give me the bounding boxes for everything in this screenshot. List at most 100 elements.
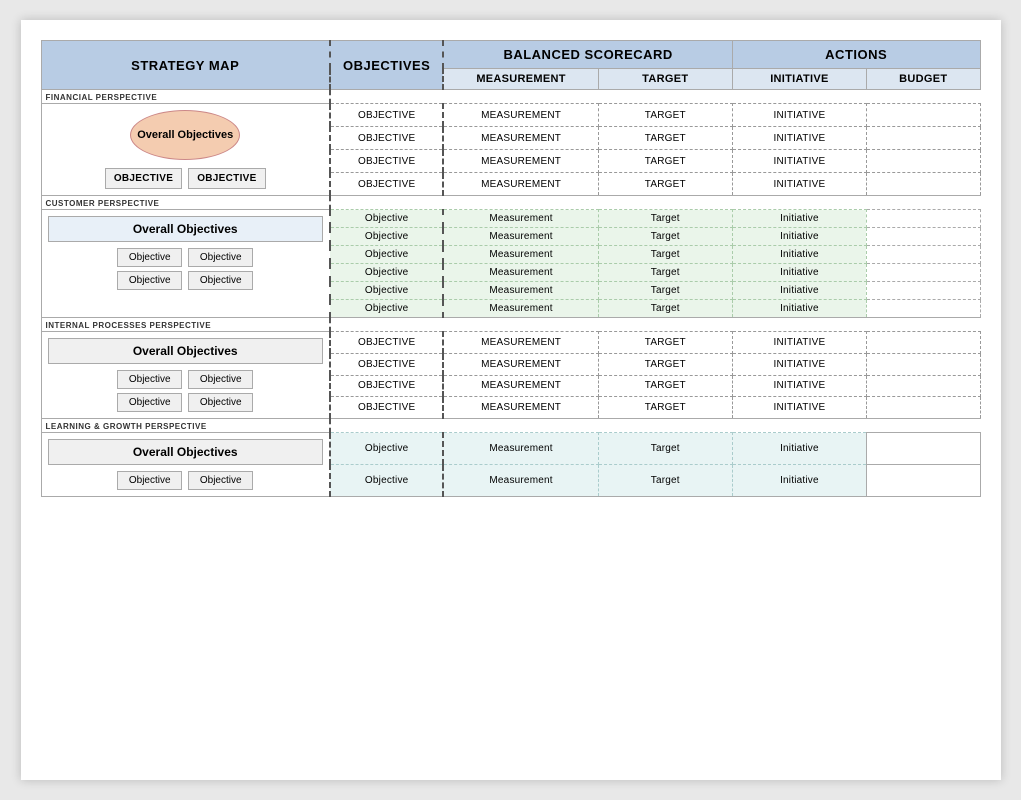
- learning-row1-meas: Measurement: [443, 433, 598, 465]
- customer-row2-init: Initiative: [732, 228, 866, 246]
- customer-row4-obj: Objective: [330, 264, 444, 282]
- internal-obj-r1c2: Objective: [188, 370, 253, 389]
- budget-header: BUDGET: [866, 69, 980, 90]
- internal-row2-budget: [866, 353, 980, 375]
- financial-row1-tgt: TARGET: [598, 104, 732, 127]
- internal-row3-meas: MEASUREMENT: [443, 375, 598, 397]
- customer-row6-obj: Objective: [330, 300, 444, 318]
- internal-obj-r2c2: Objective: [188, 393, 253, 412]
- customer-row1-meas: Measurement: [443, 210, 598, 228]
- customer-row5-meas: Measurement: [443, 282, 598, 300]
- customer-obj-r1c2: Objective: [188, 248, 253, 267]
- customer-row2-budget: [866, 228, 980, 246]
- customer-label: CUSTOMER PERSPECTIVE: [41, 196, 330, 210]
- financial-row3-meas: MEASUREMENT: [443, 150, 598, 173]
- financial-row2-meas: MEASUREMENT: [443, 127, 598, 150]
- customer-row1-obj: Objective: [330, 210, 444, 228]
- learning-label: LEARNING & GROWTH PERSPECTIVE: [41, 419, 330, 433]
- customer-row6-meas: Measurement: [443, 300, 598, 318]
- initiative-header: INITIATIVE: [732, 69, 866, 90]
- internal-row4-meas: MEASUREMENT: [443, 397, 598, 419]
- customer-row4-meas: Measurement: [443, 264, 598, 282]
- financial-row1-init: INITIATIVE: [732, 104, 866, 127]
- measurement-header: MEASUREMENT: [443, 69, 598, 90]
- financial-row2-tgt: TARGET: [598, 127, 732, 150]
- customer-row5-budget: [866, 282, 980, 300]
- strategy-table: STRATEGY MAP OBJECTIVES BALANCED SCORECA…: [41, 40, 981, 497]
- internal-row4-init: INITIATIVE: [732, 397, 866, 419]
- financial-row3-init: INITIATIVE: [732, 150, 866, 173]
- financial-row1-meas: MEASUREMENT: [443, 104, 598, 127]
- internal-row1-tgt: TARGET: [598, 332, 732, 354]
- page: STRATEGY MAP OBJECTIVES BALANCED SCORECA…: [21, 20, 1001, 780]
- internal-row3-tgt: TARGET: [598, 375, 732, 397]
- internal-row1-init: INITIATIVE: [732, 332, 866, 354]
- customer-row6-budget: [866, 300, 980, 318]
- customer-row4-budget: [866, 264, 980, 282]
- learning-row2-budget: [866, 465, 980, 497]
- customer-row2-meas: Measurement: [443, 228, 598, 246]
- balanced-scorecard-header: BALANCED SCORECARD: [443, 41, 732, 69]
- customer-row1-budget: [866, 210, 980, 228]
- customer-row3-init: Initiative: [732, 246, 866, 264]
- learning-strategy-cell: Overall Objectives Objective Objective: [41, 433, 330, 497]
- financial-row4-obj: OBJECTIVE: [330, 173, 444, 196]
- internal-row2-init: INITIATIVE: [732, 353, 866, 375]
- internal-row1-obj: OBJECTIVE: [330, 332, 444, 354]
- learning-row1-obj: Objective: [330, 433, 444, 465]
- customer-strategy-cell: Overall Objectives Objective Objective O…: [41, 210, 330, 318]
- internal-row2-meas: MEASUREMENT: [443, 353, 598, 375]
- financial-strategy-cell: Overall Objectives OBJECTIVE OBJECTIVE: [41, 104, 330, 196]
- internal-row3-init: INITIATIVE: [732, 375, 866, 397]
- customer-row4-tgt: Target: [598, 264, 732, 282]
- learning-row2-tgt: Target: [598, 465, 732, 497]
- customer-row1-tgt: Target: [598, 210, 732, 228]
- customer-row5-tgt: Target: [598, 282, 732, 300]
- internal-obj-r2c1: Objective: [117, 393, 182, 412]
- financial-row1-budget: [866, 104, 980, 127]
- internal-row2-obj: OBJECTIVE: [330, 353, 444, 375]
- customer-row6-init: Initiative: [732, 300, 866, 318]
- customer-row2-obj: Objective: [330, 228, 444, 246]
- internal-row1-meas: MEASUREMENT: [443, 332, 598, 354]
- financial-row3-obj: OBJECTIVE: [330, 150, 444, 173]
- learning-row2-init: Initiative: [732, 465, 866, 497]
- financial-row2-budget: [866, 127, 980, 150]
- internal-row4-tgt: TARGET: [598, 397, 732, 419]
- customer-row4-init: Initiative: [732, 264, 866, 282]
- learning-obj-r1c2: Objective: [188, 471, 253, 490]
- financial-label: FINANCIAL PERSPECTIVE: [41, 90, 330, 104]
- objectives-header: OBJECTIVES: [330, 41, 444, 90]
- financial-row3-budget: [866, 150, 980, 173]
- learning-row1-budget: [866, 433, 980, 465]
- internal-strategy-cell: Overall Objectives Objective Objective O…: [41, 332, 330, 419]
- customer-obj-r2c1: Objective: [117, 271, 182, 290]
- financial-row1-obj: OBJECTIVE: [330, 104, 444, 127]
- financial-row4-init: INITIATIVE: [732, 173, 866, 196]
- customer-row3-meas: Measurement: [443, 246, 598, 264]
- financial-row2-obj: OBJECTIVE: [330, 127, 444, 150]
- internal-row3-obj: OBJECTIVE: [330, 375, 444, 397]
- internal-label: INTERNAL PROCESSES PERSPECTIVE: [41, 318, 330, 332]
- customer-row3-obj: Objective: [330, 246, 444, 264]
- financial-row3-tgt: TARGET: [598, 150, 732, 173]
- internal-row4-budget: [866, 397, 980, 419]
- financial-row2-init: INITIATIVE: [732, 127, 866, 150]
- target-header: TARGET: [598, 69, 732, 90]
- learning-obj-r1c1: Objective: [117, 471, 182, 490]
- financial-overall-oval: Overall Objectives: [130, 110, 240, 160]
- internal-row1-budget: [866, 332, 980, 354]
- internal-row2-tgt: TARGET: [598, 353, 732, 375]
- learning-row2-obj: Objective: [330, 465, 444, 497]
- internal-obj-r1c1: Objective: [117, 370, 182, 389]
- financial-obj2: OBJECTIVE: [188, 168, 265, 189]
- customer-row6-tgt: Target: [598, 300, 732, 318]
- financial-row4-meas: MEASUREMENT: [443, 173, 598, 196]
- financial-row4-budget: [866, 173, 980, 196]
- financial-row4-tgt: TARGET: [598, 173, 732, 196]
- internal-row3-budget: [866, 375, 980, 397]
- strategy-map-header: STRATEGY MAP: [41, 41, 330, 90]
- customer-obj-r1c1: Objective: [117, 248, 182, 267]
- customer-obj-r2c2: Objective: [188, 271, 253, 290]
- learning-row1-tgt: Target: [598, 433, 732, 465]
